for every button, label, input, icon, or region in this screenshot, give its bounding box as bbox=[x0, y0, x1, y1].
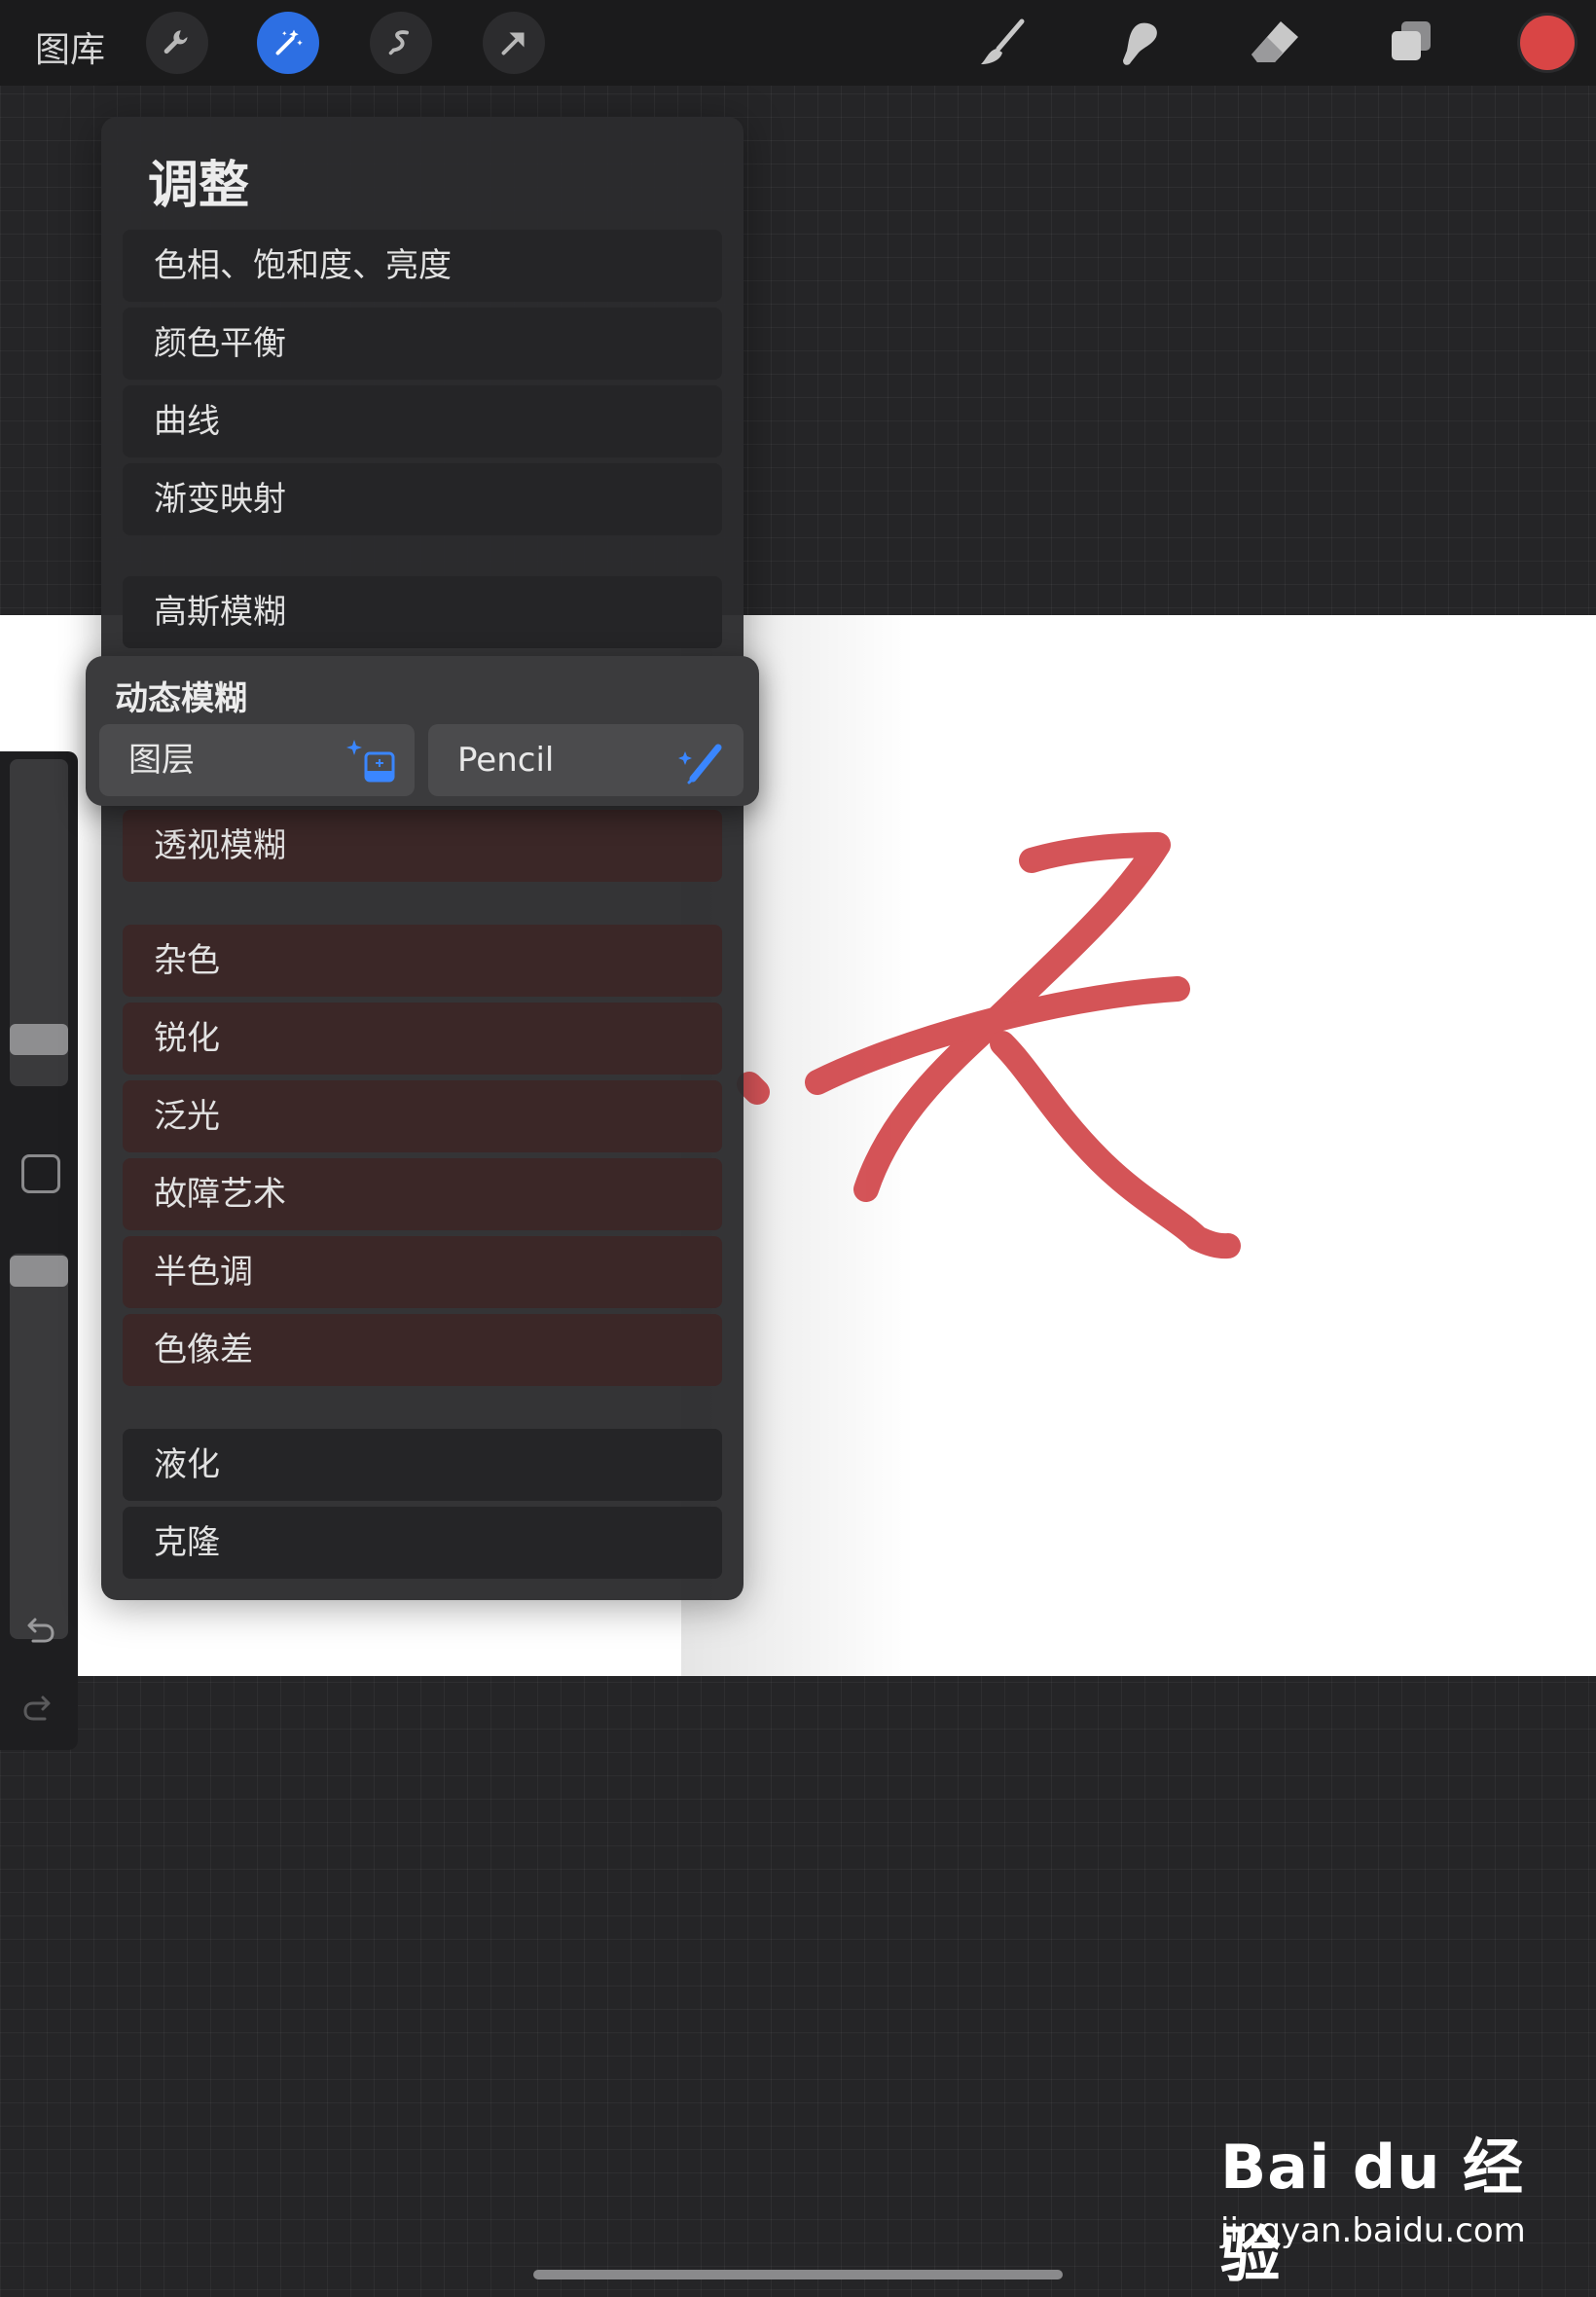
apply-to-layer-option[interactable]: 图层 bbox=[99, 724, 415, 796]
panel-title: 调整 bbox=[148, 157, 250, 215]
smudge-icon bbox=[1123, 22, 1157, 65]
eraser-button[interactable] bbox=[1246, 14, 1304, 72]
adjustments-button[interactable] bbox=[257, 12, 319, 74]
menu-item-gradient-map[interactable]: 渐变映射 bbox=[123, 463, 722, 535]
color-picker-button[interactable] bbox=[1520, 16, 1575, 70]
opacity-thumb[interactable] bbox=[10, 1256, 68, 1287]
redo-icon[interactable] bbox=[19, 1690, 58, 1729]
menu-item-glitch[interactable]: 故障艺术 bbox=[123, 1158, 722, 1230]
selection-button[interactable] bbox=[370, 12, 432, 74]
menu-item-bloom[interactable]: 泛光 bbox=[123, 1080, 722, 1152]
menu-item-liquify[interactable]: 液化 bbox=[123, 1429, 722, 1501]
menu-item-color-balance[interactable]: 颜色平衡 bbox=[123, 308, 722, 380]
motion-blur-popup: 动态模糊 图层 Pencil bbox=[86, 656, 759, 806]
sparkle-pencil-icon bbox=[678, 744, 722, 784]
arrow-icon bbox=[501, 32, 525, 55]
watermark-brand: Bai du 经验 bbox=[1220, 2132, 1525, 2290]
transform-button[interactable] bbox=[483, 12, 545, 74]
opacity-slider[interactable] bbox=[10, 1254, 68, 1639]
eyedropper-button[interactable] bbox=[21, 1154, 60, 1193]
selection-s-icon bbox=[388, 30, 409, 55]
magic-wand-icon bbox=[275, 29, 303, 55]
brush-button[interactable] bbox=[973, 14, 1032, 72]
smudge-button[interactable] bbox=[1109, 14, 1168, 72]
adjustments-panel: 调整 色相、饱和度、亮度 颜色平衡 曲线 渐变映射 高斯模糊 透视模糊 杂色 锐… bbox=[101, 117, 744, 1600]
eraser-icon bbox=[1251, 21, 1298, 62]
undo-icon[interactable] bbox=[19, 1612, 58, 1651]
menu-item-gaussian-blur[interactable]: 高斯模糊 bbox=[123, 576, 722, 648]
wrench-icon bbox=[163, 30, 188, 55]
brush-icon bbox=[981, 18, 1025, 64]
option-label: 图层 bbox=[128, 741, 195, 780]
menu-item-halftone[interactable]: 半色调 bbox=[123, 1236, 722, 1308]
menu-item-perspective-blur[interactable]: 透视模糊 bbox=[123, 810, 722, 882]
menu-item-chromatic-aberration[interactable]: 色像差 bbox=[123, 1314, 722, 1386]
gallery-button[interactable]: 图库 bbox=[35, 21, 105, 72]
layers-button[interactable] bbox=[1382, 14, 1440, 72]
brush-size-thumb[interactable] bbox=[10, 1024, 68, 1055]
menu-item-curves[interactable]: 曲线 bbox=[123, 385, 722, 457]
left-sidebar bbox=[0, 751, 78, 1750]
watermark-url: jingyan.baidu.com bbox=[1220, 2211, 1526, 2250]
sparkle-layer-icon bbox=[346, 740, 395, 783]
menu-item-clone[interactable]: 克隆 bbox=[123, 1507, 722, 1579]
baidu-jingyan-watermark: Bai du 经验 jingyan.baidu.com bbox=[1220, 2118, 1551, 2290]
menu-item-hue-saturation[interactable]: 色相、饱和度、亮度 bbox=[123, 230, 722, 302]
menu-item-sharpen[interactable]: 锐化 bbox=[123, 1003, 722, 1075]
top-toolbar: 图库 bbox=[0, 0, 1596, 86]
option-label: Pencil bbox=[457, 741, 555, 780]
actions-button[interactable] bbox=[146, 12, 208, 74]
apply-to-pencil-option[interactable]: Pencil bbox=[428, 724, 744, 796]
popup-title: 动态模糊 bbox=[115, 679, 247, 718]
layers-icon bbox=[1392, 21, 1431, 60]
menu-item-noise[interactable]: 杂色 bbox=[123, 925, 722, 997]
procreate-app: 图库 调整 色相、饱和度、亮度 颜色平衡 曲线 渐变映射 高斯模糊 透视模糊 杂… bbox=[0, 0, 1596, 2297]
home-indicator[interactable] bbox=[533, 2270, 1063, 2279]
